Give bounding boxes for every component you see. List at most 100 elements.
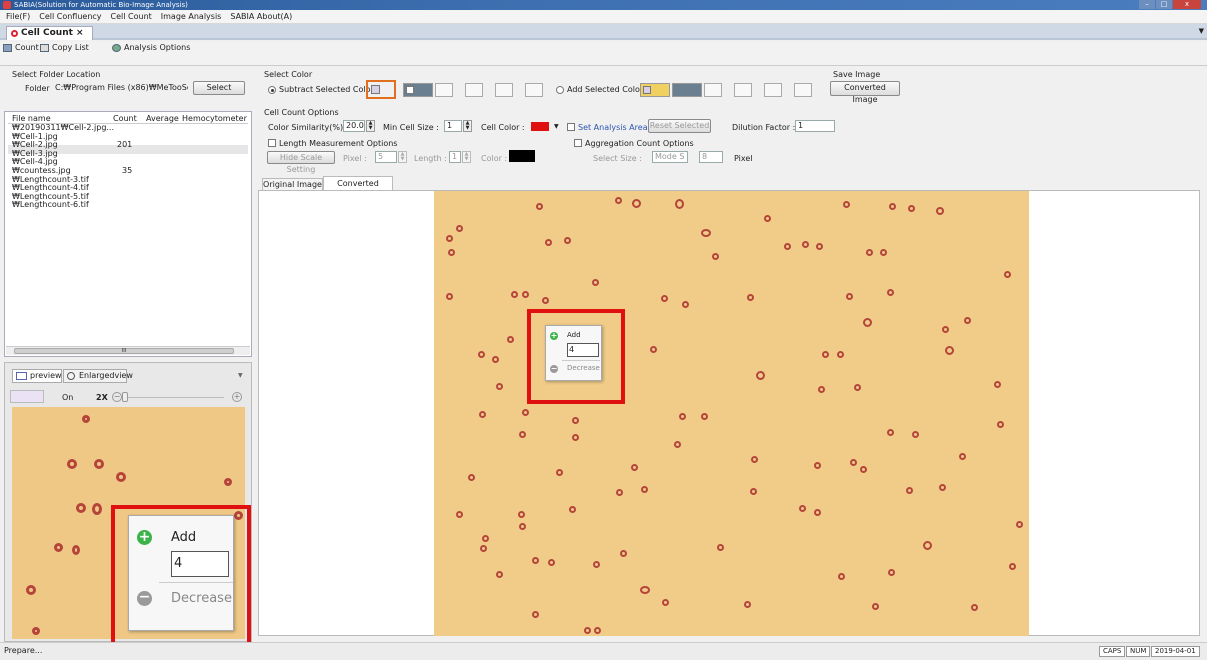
add-icon[interactable]: + <box>550 332 558 340</box>
zoom-slider-handle[interactable] <box>122 392 128 402</box>
add-menu-item[interactable]: Add <box>567 331 581 339</box>
color-swatch[interactable] <box>403 83 433 97</box>
length-spinner[interactable]: ▲ ▼ <box>462 151 471 163</box>
cell-mark <box>650 346 657 353</box>
cell-color-dropdown-icon[interactable]: ▼ <box>554 123 559 130</box>
similarity-input[interactable]: 20.0 <box>343 120 365 132</box>
decrease-icon[interactable]: − <box>550 365 558 373</box>
color-section-title: Select Color <box>264 70 313 79</box>
menu-cell-count[interactable]: Cell Count <box>111 10 152 23</box>
min-cell-input[interactable]: 1 <box>444 120 462 132</box>
length-color-swatch[interactable] <box>509 150 535 162</box>
zoom-toggle[interactable] <box>10 390 44 403</box>
converted-image-button[interactable]: Converted Image <box>830 81 900 104</box>
add-menu-item[interactable]: Add <box>171 530 196 545</box>
length-measurement-checkbox[interactable] <box>268 139 276 147</box>
cell-mark <box>764 215 771 222</box>
dilution-label: Dilution Factor : <box>732 123 796 132</box>
color-swatch[interactable] <box>495 83 513 97</box>
cell-image[interactable] <box>434 191 1029 636</box>
cell-mark <box>751 456 758 463</box>
cell-mark <box>478 351 485 358</box>
color-swatch[interactable] <box>764 83 782 97</box>
add-count-input[interactable]: 4 <box>567 343 599 357</box>
tab-converted-image[interactable]: Converted Image <box>323 176 393 201</box>
zoom-in-icon[interactable]: + <box>232 392 242 402</box>
cell-mark <box>799 505 806 512</box>
menu-about[interactable]: SABIA About(A) <box>230 10 292 23</box>
similarity-spinner[interactable]: ▲ ▼ <box>366 120 375 132</box>
tab-dropdown-icon[interactable]: ▼ <box>1199 27 1204 35</box>
subtract-color-radio[interactable] <box>268 86 276 94</box>
cell-mark <box>674 441 681 448</box>
table-row[interactable]: ₩countess.jpg 35 <box>12 166 132 176</box>
minimize-button[interactable]: – <box>1139 0 1155 9</box>
analysis-options-button[interactable]: Analysis Options <box>112 42 190 54</box>
window-controls: – □ x <box>1139 0 1201 10</box>
zoom-slider[interactable] <box>122 392 224 402</box>
cell-mark <box>519 431 526 438</box>
copy-list-button[interactable]: Copy List <box>40 42 89 54</box>
cell-mark <box>959 453 966 460</box>
min-cell-label: Min Cell Size : <box>383 123 439 132</box>
scrollbar-thumb[interactable]: III <box>14 348 234 354</box>
pixel-spinner[interactable]: ▲ ▼ <box>398 151 407 163</box>
add-count-input[interactable]: 4 <box>171 551 229 577</box>
cell-mark <box>756 371 765 380</box>
aggregation-checkbox[interactable] <box>574 139 582 147</box>
panel-dropdown-icon[interactable]: ▼ <box>238 372 243 379</box>
color-swatch[interactable] <box>734 83 752 97</box>
color-swatch[interactable] <box>525 83 543 97</box>
add-color-radio[interactable] <box>556 86 564 94</box>
cell-color-label: Cell Color : <box>481 123 525 132</box>
menu-cell-confluency[interactable]: Cell Confluency <box>39 10 101 23</box>
pixel-input[interactable]: 5 <box>375 151 397 163</box>
color-swatch[interactable] <box>704 83 722 97</box>
cell-color-swatch[interactable] <box>531 122 549 131</box>
decrease-menu-item[interactable]: Decrease <box>567 364 600 372</box>
add-icon[interactable]: + <box>137 530 152 545</box>
subtract-selected-swatch[interactable] <box>366 80 396 99</box>
tab-enlargedview[interactable]: Enlargedview <box>63 369 133 383</box>
document-tab-strip: Cell Count × ▼ <box>0 24 1207 40</box>
save-image-label: Save Image <box>833 70 881 79</box>
decrease-icon[interactable]: − <box>137 590 152 606</box>
min-cell-spinner[interactable]: ▲ ▼ <box>463 120 472 132</box>
table-row[interactable]: ₩Lengthcount-6.tif <box>12 201 114 210</box>
mode-select[interactable]: Mode S ▾ <box>652 151 688 163</box>
similarity-label: Color Similarity(%) : <box>268 123 349 132</box>
select-folder-button[interactable]: Select <box>193 81 245 95</box>
cell-mark <box>522 291 529 298</box>
set-analysis-checkbox[interactable] <box>567 123 575 131</box>
enlarged-context-menu: + Add 4 − Decrease <box>128 515 234 631</box>
horizontal-scrollbar[interactable]: III <box>6 346 250 355</box>
reset-selected-button[interactable]: Reset Selected <box>648 119 711 133</box>
tab-preview[interactable]: preview <box>12 369 62 383</box>
color-swatch[interactable] <box>465 83 483 97</box>
color-swatch[interactable] <box>794 83 812 97</box>
set-analysis-area-link[interactable]: Set Analysis Area <box>578 122 648 133</box>
color-swatch[interactable] <box>435 83 453 97</box>
aggregation-label: Aggregation Count Options <box>585 139 694 148</box>
dilution-input[interactable]: 1 <box>795 120 835 132</box>
decrease-menu-item[interactable]: Decrease <box>171 591 232 606</box>
cell-count-icon <box>11 30 18 37</box>
table-row[interactable]: ₩Cell-2.jpg 201 <box>12 140 132 150</box>
menu-bar: File(F) Cell Confluency Cell Count Image… <box>0 10 1207 24</box>
tab-cell-count[interactable]: Cell Count × <box>6 26 93 40</box>
maximize-button[interactable]: □ <box>1156 0 1172 9</box>
cell-mark <box>1004 271 1011 278</box>
zoom-out-icon[interactable]: − <box>112 392 122 402</box>
menu-image-analysis[interactable]: Image Analysis <box>161 10 222 23</box>
count-button[interactable]: Count <box>3 42 39 54</box>
cell-mark <box>872 603 879 610</box>
menu-file[interactable]: File(F) <box>6 10 30 23</box>
mode-value-input[interactable]: 8 <box>699 151 723 163</box>
cell-mark <box>784 243 791 250</box>
color-label: Color : <box>481 154 508 163</box>
color-swatch[interactable] <box>672 83 702 97</box>
add-selected-swatch[interactable] <box>640 83 670 97</box>
hide-scale-setting-button[interactable]: Hide Scale Setting <box>267 151 335 174</box>
close-button[interactable]: x <box>1173 0 1201 9</box>
length-input[interactable]: 1 <box>449 151 461 163</box>
